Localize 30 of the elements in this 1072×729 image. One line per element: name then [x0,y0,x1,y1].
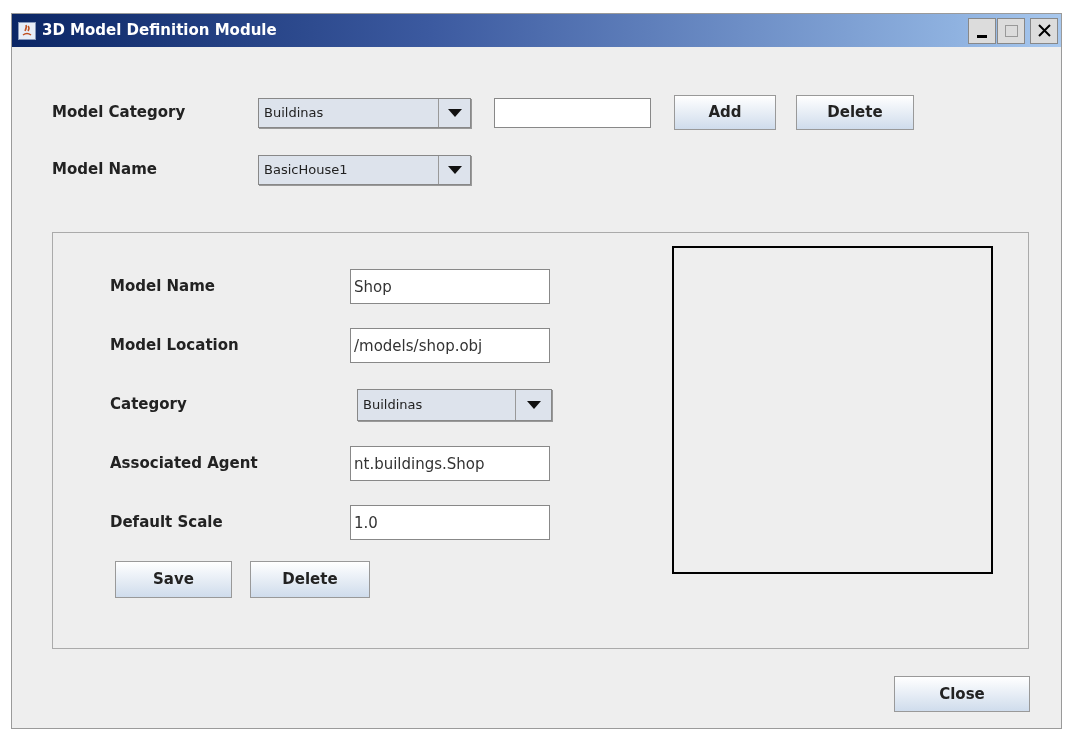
add-button[interactable]: Add [674,95,776,130]
input-field[interactable]: /models/shop.obj [350,328,550,363]
delete-button[interactable]: Delete [250,561,370,598]
field-label: Model Location [110,335,240,357]
category-dropdown[interactable]: Buildinas [258,97,471,128]
window-title: 3D Model Definition Module [42,20,277,42]
field-label: Category [110,394,188,416]
delete-button[interactable]: Delete [796,95,914,130]
minimize-icon [977,34,987,38]
dropdown-arrow-icon [447,108,462,117]
model-name-dropdown[interactable]: BasicHouse1 [258,154,471,185]
dropdown-arrow-icon [447,165,462,174]
input-field[interactable]: Shop [350,269,550,304]
app-icon [18,21,36,40]
field-label: Model Category [52,102,187,124]
close-button[interactable]: Close [894,676,1030,712]
field-label: Model Name [110,276,216,298]
input-field[interactable] [494,97,651,128]
field-label: Model Name [52,159,158,181]
input-field[interactable]: 1.0 [350,505,550,540]
close-window-button[interactable] [1030,17,1058,44]
maximize-icon [1004,24,1018,37]
dropdown-arrow-icon [526,400,541,409]
field-label: Default Scale [110,512,224,534]
category-dropdown[interactable]: Buildinas [357,388,552,421]
save-button[interactable]: Save [115,561,232,598]
minimize-button[interactable] [968,17,996,44]
field-label: Associated Agent [110,453,259,475]
input-field[interactable]: nt.buildings.Shop [350,446,550,481]
close-icon [1037,24,1051,37]
